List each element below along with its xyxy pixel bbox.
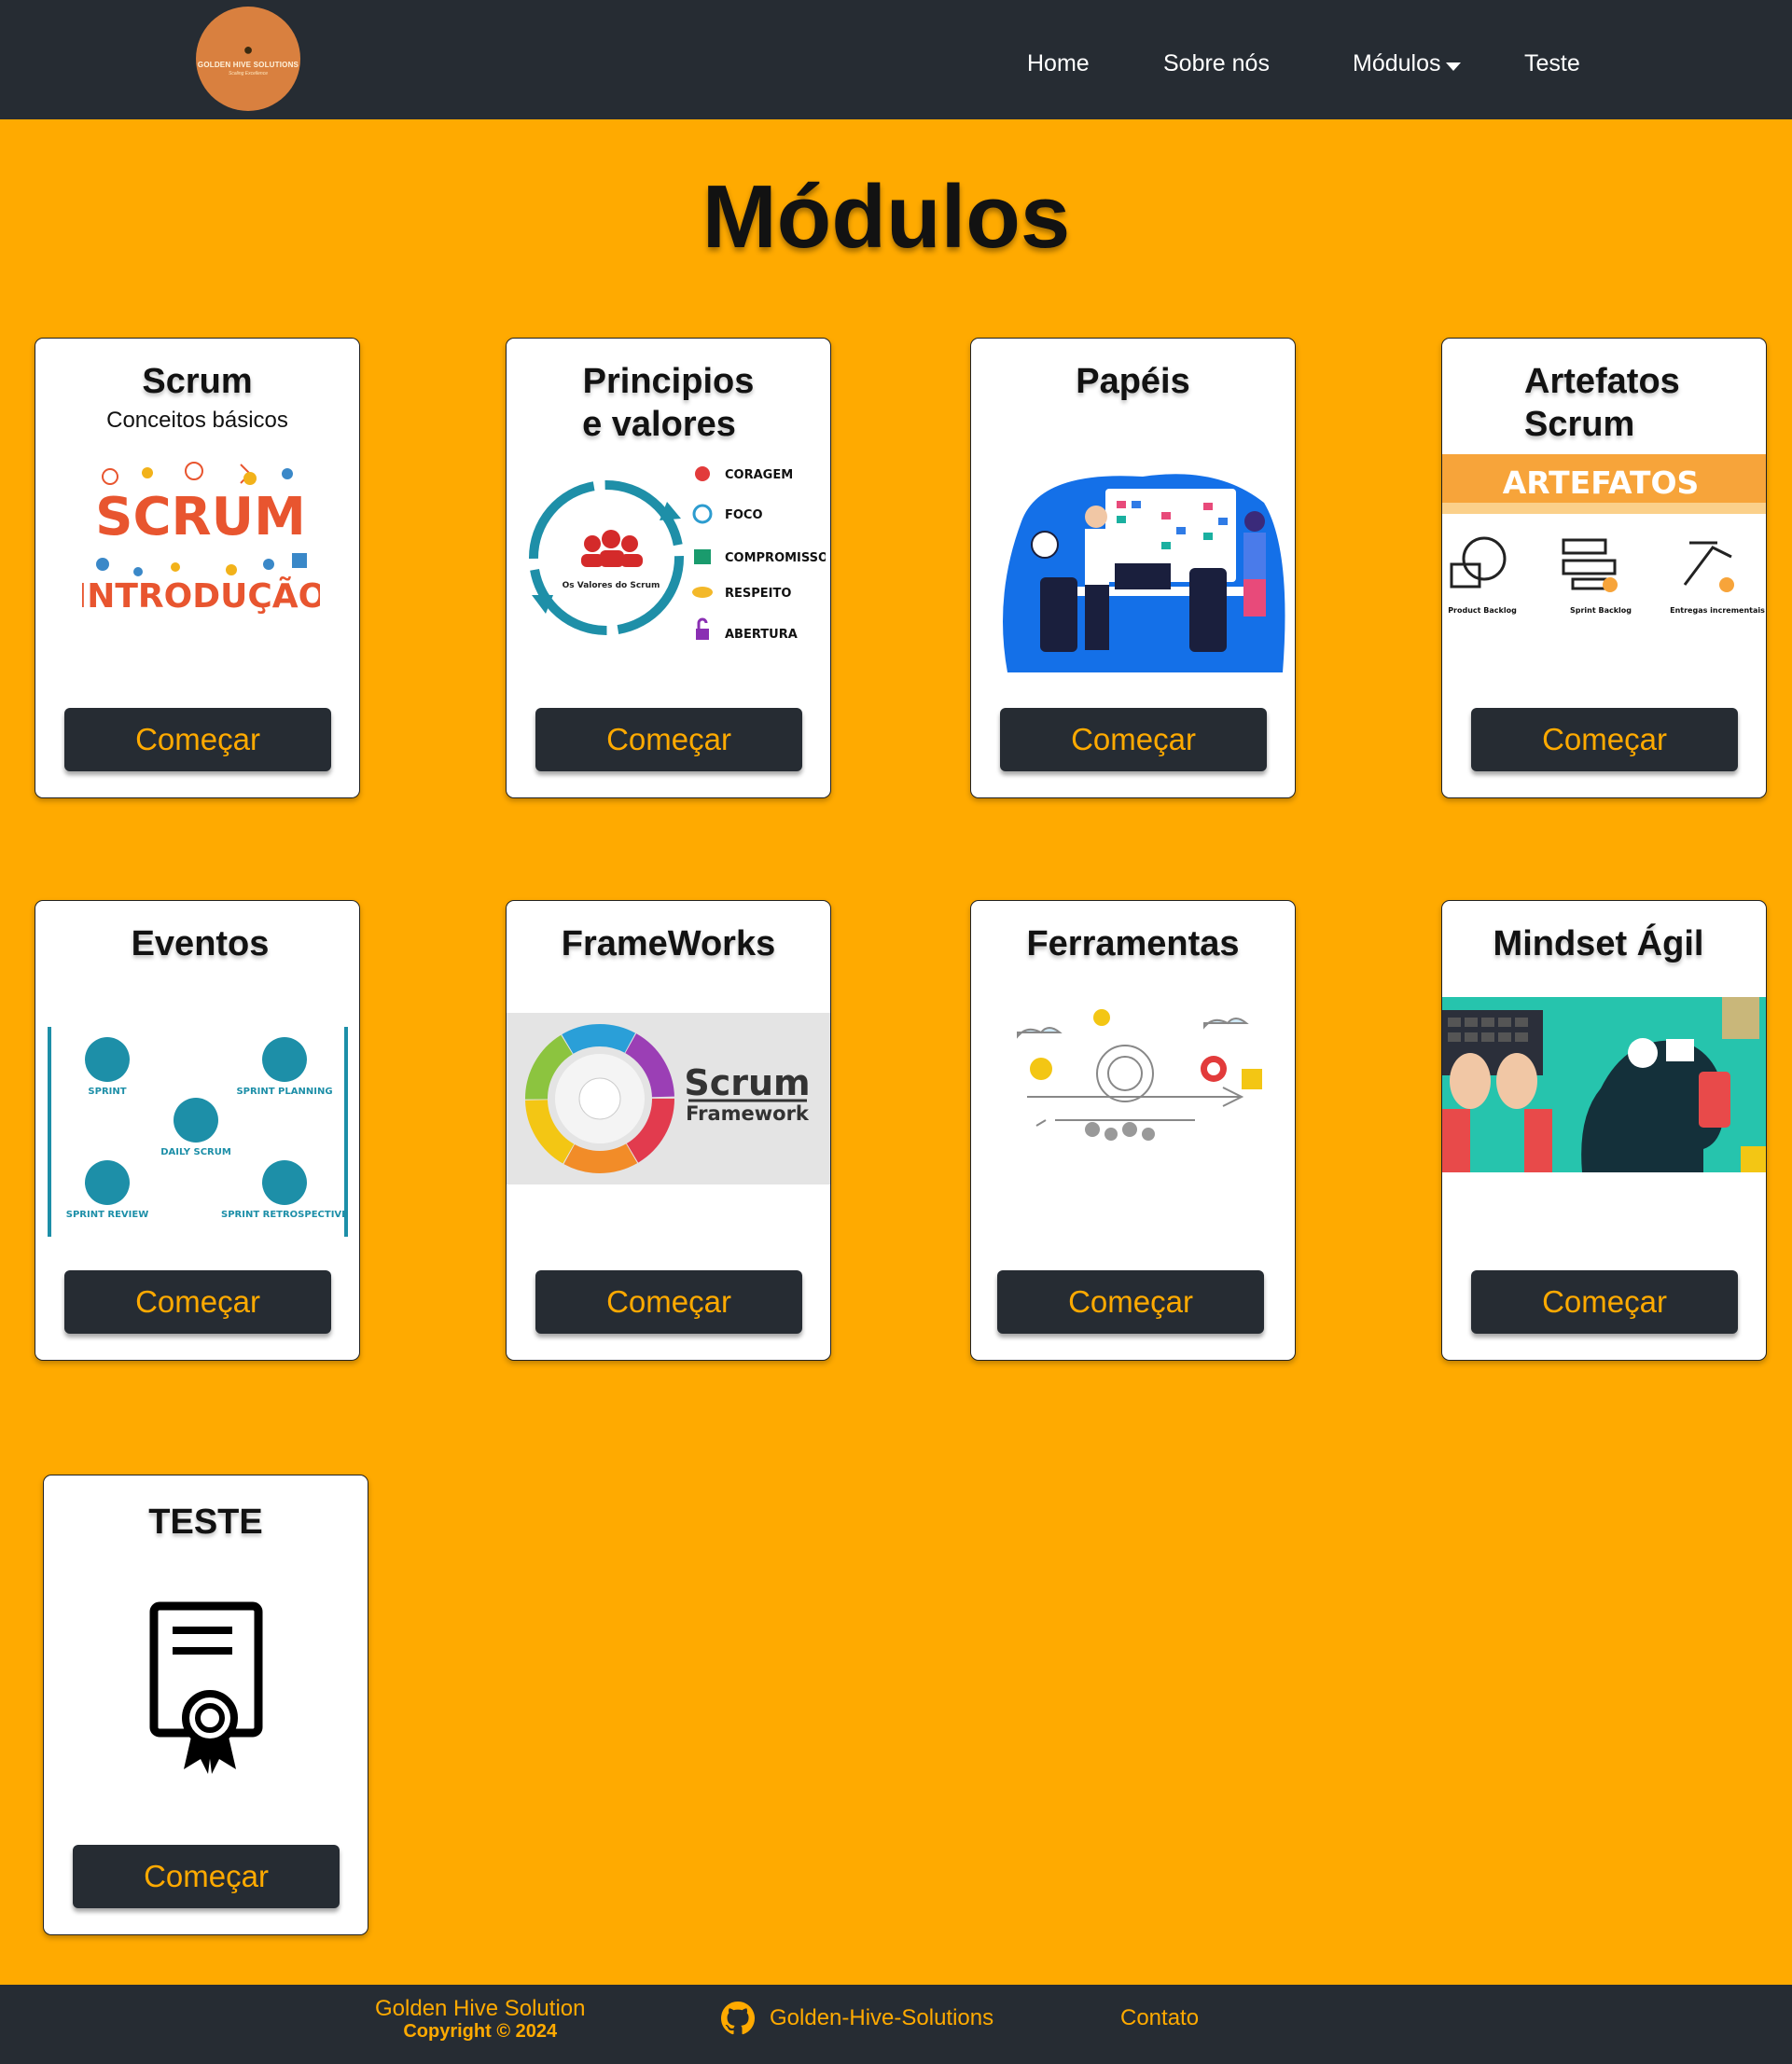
card-title: FrameWorks: [561, 924, 776, 963]
values-caption: Os Valores do Scrum: [563, 581, 660, 590]
card-title: Principios e valores: [507, 361, 830, 446]
bee-icon: ●: [243, 40, 254, 59]
card-title-line2: Scrum: [1524, 404, 1635, 444]
sprint-backlog-label: Sprint Backlog: [1570, 606, 1632, 615]
module-card-teste: TESTE Começar: [43, 1475, 368, 1935]
start-button-frameworks[interactable]: Começar: [535, 1270, 802, 1334]
scrum-introducao-illustration: SCRUM INTRODUÇÃO: [82, 460, 320, 618]
event-daily-scrum: DAILY SCRUM: [160, 1147, 231, 1157]
card-title-line2: e valores: [582, 404, 736, 444]
module-card-frameworks: FrameWorks Scrum Framework Começar: [506, 900, 831, 1361]
card-title: TESTE: [148, 1503, 263, 1542]
page-title: Módulos: [702, 167, 1071, 267]
start-button-teste[interactable]: Começar: [73, 1845, 340, 1908]
module-card-artefatos: Artefatos Scrum ARTEFATOS Product Backlo…: [1441, 338, 1767, 798]
footer-brand-name: Golden Hive Solution: [375, 1996, 586, 2021]
start-button-ferramentas[interactable]: Começar: [997, 1270, 1264, 1334]
github-link[interactable]: Golden-Hive-Solutions: [721, 2002, 993, 2035]
start-button-artefatos[interactable]: Começar: [1471, 708, 1738, 771]
module-card-ferramentas: Ferramentas Começar: [970, 900, 1296, 1361]
value-abertura: ABERTURA: [725, 628, 798, 642]
module-card-scrum: Scrum Conceitos básicos SCRUM INTRODUÇÃO…: [35, 338, 360, 798]
module-card-papeis: Papéis Começar: [970, 338, 1296, 798]
card-title: Papéis: [1076, 362, 1190, 401]
event-sprint-planning: SPRINT PLANNING: [236, 1087, 332, 1097]
card-title: Mindset Ágil: [1493, 924, 1704, 963]
event-sprint-retro: SPRINT RETROSPECTIVE: [221, 1210, 348, 1220]
contact-link[interactable]: Contato: [1120, 2005, 1199, 2031]
card-title: Scrum: [142, 362, 253, 401]
start-button-scrum[interactable]: Começar: [64, 708, 331, 771]
team-board-illustration: [1003, 465, 1287, 672]
logo-title: GOLDEN HIVE SOLUTIONS: [197, 61, 299, 69]
value-compromisso: COMPROMISSO: [725, 551, 826, 565]
start-button-eventos[interactable]: Começar: [64, 1270, 331, 1334]
module-card-eventos: Eventos SPRINT SPRINT PLANNING DAILY SCR…: [35, 900, 360, 1361]
product-backlog-label: Product Backlog: [1448, 606, 1517, 615]
logo[interactable]: ● GOLDEN HIVE SOLUTIONS Scaling Excellen…: [196, 7, 300, 111]
value-respeito: RESPEITO: [725, 587, 791, 601]
scrum-framework-wheel-illustration: Scrum Framework: [507, 1013, 830, 1184]
nav-modules-label: Módulos: [1353, 50, 1441, 76]
nav-about[interactable]: Sobre nós: [1163, 52, 1270, 76]
navbar: ● GOLDEN HIVE SOLUTIONS Scaling Excellen…: [0, 0, 1792, 119]
event-sprint: SPRINT: [88, 1087, 126, 1097]
agile-mindset-illustration: [1442, 997, 1766, 1172]
card-title: Artefatos Scrum: [1524, 361, 1766, 446]
value-foco: FOCO: [725, 508, 763, 522]
event-sprint-review: SPRINT REVIEW: [66, 1210, 148, 1220]
nav-test[interactable]: Teste: [1524, 52, 1580, 76]
github-icon: [721, 2002, 755, 2035]
start-button-papeis[interactable]: Começar: [1000, 708, 1267, 771]
artefatos-banner: ARTEFATOS: [1503, 464, 1700, 501]
footer: Golden Hive Solution Copyright © 2024 Go…: [0, 1985, 1792, 2064]
introducao-image-title: INTRODUÇÃO: [82, 576, 320, 616]
nav-home[interactable]: Home: [1027, 52, 1090, 76]
card-title: Eventos: [131, 924, 270, 963]
scrum-events-illustration: SPRINT SPRINT PLANNING DAILY SCRUM SPRIN…: [47, 1027, 350, 1241]
start-button-mindset[interactable]: Começar: [1471, 1270, 1738, 1334]
framework-image-subtitle: Framework: [686, 1102, 810, 1125]
value-coragem: CORAGEM: [725, 468, 793, 482]
card-title-line1: Principios: [582, 362, 755, 401]
nav-modules-dropdown[interactable]: Módulos: [1353, 52, 1461, 76]
certificate-icon: [146, 1599, 268, 1776]
module-card-mindset: Mindset Ágil Começar: [1441, 900, 1767, 1361]
module-card-principios: Principios e valores Os Valores do Scrum…: [506, 338, 831, 798]
card-title: Ferramentas: [1026, 924, 1240, 963]
tools-sketch-illustration: [990, 999, 1279, 1148]
caret-down-icon: [1445, 62, 1461, 71]
logo-tagline: Scaling Excellence: [229, 71, 268, 76]
github-label: Golden-Hive-Solutions: [770, 2005, 994, 2030]
scrum-values-cycle-illustration: Os Valores do Scrum CORAGEM FOCO COMPROM…: [518, 464, 826, 651]
card-title-line1: Artefatos: [1524, 362, 1680, 401]
footer-brand: Golden Hive Solution Copyright © 2024: [375, 1996, 586, 2042]
start-button-principios[interactable]: Começar: [535, 708, 802, 771]
scrum-image-title: SCRUM: [95, 487, 306, 547]
framework-image-title: Scrum: [684, 1062, 810, 1103]
entregas-label: Entregas incrementais: [1670, 606, 1765, 615]
footer-copyright: Copyright © 2024: [403, 2021, 558, 2042]
card-subtitle: Conceitos básicos: [106, 408, 288, 433]
artefatos-illustration: ARTEFATOS Product Backlog Sprint Backlog…: [1442, 454, 1766, 622]
